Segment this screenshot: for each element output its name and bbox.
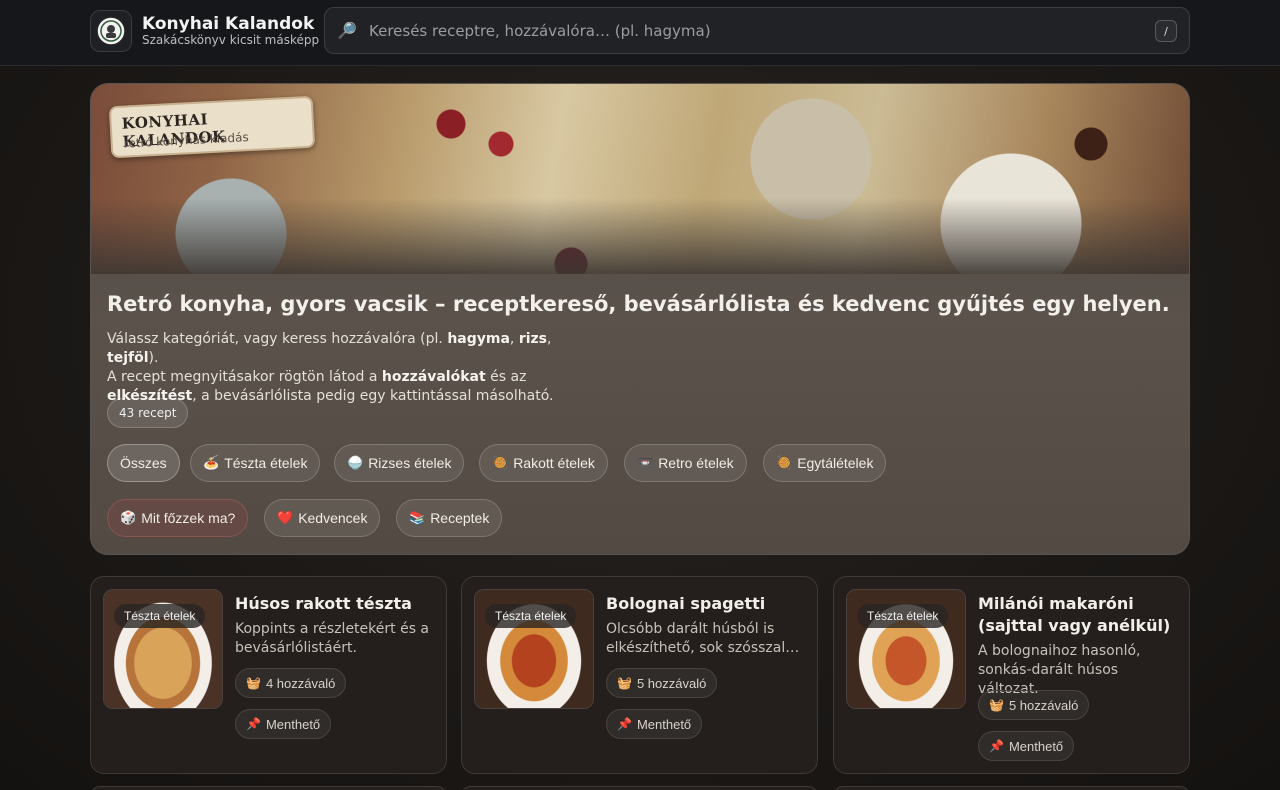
- chip-label: Receptek: [430, 510, 490, 526]
- desc-text: ).: [148, 350, 159, 366]
- recipe-card-partial[interactable]: [90, 786, 447, 790]
- recipe-description: Koppints a részletekért és a bevásárlóli…: [235, 621, 430, 656]
- ingredient-count: 4 hozzávaló: [265, 675, 336, 691]
- save-label: Menthető: [1008, 738, 1064, 754]
- category-chip-onepot[interactable]: 🥘 Egytálételek: [763, 444, 887, 482]
- category-chip-retro[interactable]: 📼 Retro ételek: [624, 444, 747, 482]
- desc-keyword: hozzávalókat: [381, 369, 486, 385]
- basket-icon: 🧺: [246, 676, 261, 690]
- chip-label: Rakott ételek: [513, 455, 595, 471]
- recipe-thumbnail: Tészta ételek: [103, 589, 223, 709]
- top-bar: Konyhai Kalandok Szakácskönyv kicsit más…: [0, 0, 1280, 66]
- category-chip-all[interactable]: Összes: [107, 444, 180, 482]
- chip-label: Kedvencek: [298, 510, 368, 526]
- save-badge[interactable]: 📌 Menthető: [606, 709, 703, 739]
- desc-keyword: hagyma: [447, 331, 510, 347]
- desc-keyword: tejföl: [107, 350, 149, 366]
- category-chip-pasta[interactable]: 🍝 Tészta ételek: [190, 444, 321, 482]
- heart-icon: ❤️: [277, 510, 294, 525]
- cassette-icon: 📼: [637, 455, 654, 470]
- desc-text: és az: [485, 369, 527, 385]
- desc-separator: ,: [509, 331, 519, 347]
- ingredient-count-badge: 🧺 5 hozzávaló: [606, 668, 718, 698]
- category-chip-casserole[interactable]: 🥘 Rakott ételek: [479, 444, 608, 482]
- recipe-description: Olcsóbb darált húsból is elkészíthető, s…: [606, 621, 800, 656]
- onepot-icon: 🥘: [776, 455, 793, 470]
- search-icon: 🔎: [337, 21, 357, 40]
- casserole-icon: 🥘: [492, 455, 509, 470]
- search-input[interactable]: [369, 18, 1129, 44]
- recipe-card[interactable]: Tészta ételek Bolognai spagetti Olcsóbb …: [461, 576, 818, 774]
- recipe-title: Bolognai spagetti: [606, 594, 766, 613]
- hero-badge-logo: KONYHAI KALANDOK retró konyhás kiadás: [108, 95, 316, 159]
- pin-icon: 📌: [617, 717, 632, 731]
- hero-title: Retró konyha, gyors vacsik – receptkeres…: [107, 292, 1170, 316]
- desc-keyword: rizs: [518, 331, 548, 347]
- pin-icon: 📌: [989, 739, 1004, 753]
- recipes-button[interactable]: 📚 Receptek: [396, 499, 503, 537]
- basket-icon: 🧺: [989, 698, 1004, 712]
- brand-subtitle: Szakácskönyv kicsit másképp: [142, 33, 320, 47]
- recipe-card-partial[interactable]: [461, 786, 818, 790]
- recipe-thumbnail: Tészta ételek: [474, 589, 594, 709]
- chip-label: Rizses ételek: [368, 455, 452, 471]
- chip-label: Mit főzzek ma?: [141, 510, 236, 526]
- save-badge[interactable]: 📌 Menthető: [978, 731, 1075, 761]
- chip-label: Retro ételek: [658, 455, 734, 471]
- rice-icon: 🍚: [347, 455, 364, 470]
- recipe-count-badge: 43 recept: [107, 398, 189, 428]
- hero-panel: [90, 83, 1190, 555]
- save-label: Menthető: [265, 716, 321, 732]
- recipe-thumbnail: Tészta ételek: [846, 589, 966, 709]
- ingredient-count-badge: 🧺 4 hozzávaló: [235, 668, 347, 698]
- category-chip-rice[interactable]: 🍚 Rizses ételek: [334, 444, 465, 482]
- basket-icon: 🧺: [617, 676, 632, 690]
- category-tag: Tészta ételek: [114, 604, 206, 628]
- category-tag: Tészta ételek: [857, 604, 949, 628]
- random-recipe-button[interactable]: 🎲 Mit főzzek ma?: [107, 499, 249, 537]
- category-tag: Tészta ételek: [485, 604, 577, 628]
- save-label: Menthető: [636, 716, 692, 732]
- search-shortcut-key: /: [1155, 20, 1177, 42]
- books-icon: 📚: [409, 510, 426, 525]
- dice-icon: 🎲: [120, 510, 137, 525]
- recipe-card-partial[interactable]: [833, 786, 1190, 790]
- desc-separator: ,: [547, 331, 552, 347]
- ingredient-count: 5 hozzávaló: [636, 675, 707, 691]
- ingredient-count-badge: 🧺 5 hozzávaló: [978, 690, 1090, 720]
- ingredient-count: 5 hozzávaló: [1008, 697, 1079, 713]
- desc-text: , a bevásárlólista pedig egy kattintássa…: [192, 388, 554, 404]
- logo-icon[interactable]: [90, 10, 132, 52]
- save-badge[interactable]: 📌 Menthető: [235, 709, 332, 739]
- recipe-card[interactable]: Tészta ételek Húsos rakott tészta Koppin…: [90, 576, 447, 774]
- pasta-icon: 🍝: [203, 455, 220, 470]
- recipe-title: Milánói makaróni (sajttal vagy anélkül): [978, 594, 1171, 635]
- favorites-button[interactable]: ❤️ Kedvencek: [264, 499, 381, 537]
- pin-icon: 📌: [246, 717, 261, 731]
- hero-description: Válassz kategóriát, vagy keress hozzával…: [107, 330, 607, 406]
- chip-label: Összes: [120, 455, 167, 471]
- chip-label: Tészta ételek: [224, 455, 308, 471]
- chip-label: Egytálételek: [797, 455, 874, 471]
- search-bar: 🔎 /: [324, 7, 1190, 54]
- desc-text: Válassz kategóriát, vagy keress hozzával…: [107, 331, 448, 347]
- recipe-title: Húsos rakott tészta: [235, 594, 412, 613]
- recipe-card[interactable]: Tészta ételek Milánói makaróni (sajttal …: [833, 576, 1190, 774]
- desc-text: A recept megnyitásakor rögtön látod a: [107, 369, 382, 385]
- brand-title: Konyhai Kalandok: [142, 14, 315, 34]
